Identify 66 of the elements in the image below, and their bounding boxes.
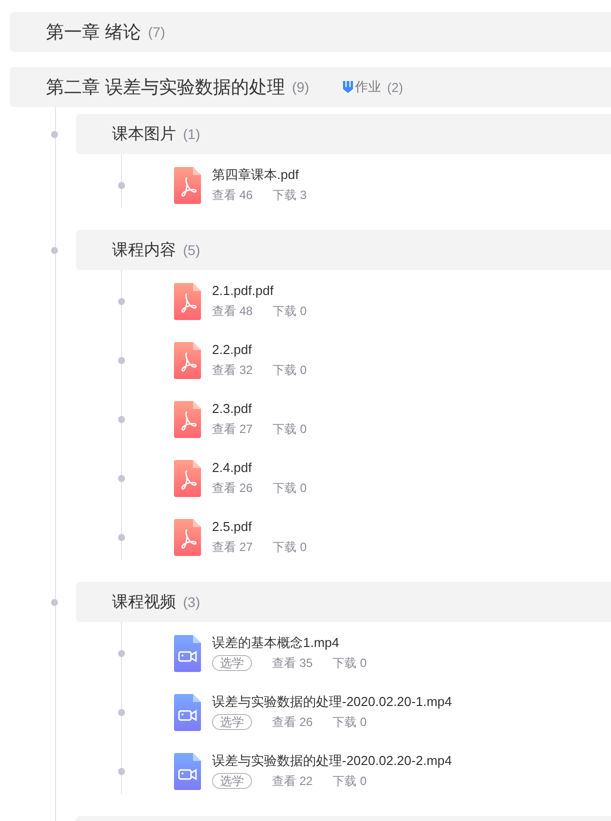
section-title: 课程内容 xyxy=(112,240,176,260)
video-file-icon xyxy=(174,753,201,790)
file-name[interactable]: 2.5.pdf xyxy=(212,518,327,535)
timeline-dot xyxy=(118,416,125,423)
pdf-file-icon xyxy=(174,401,201,438)
optional-tag: 选学 xyxy=(212,714,252,730)
timeline-dot xyxy=(51,247,58,254)
pdf-file-icon xyxy=(174,342,201,379)
download-count: 下载 0 xyxy=(272,303,307,319)
file-name[interactable]: 误差与实验数据的处理-2020.02.20-1.mp4 xyxy=(212,693,452,710)
timeline-dot xyxy=(118,298,125,305)
pdf-file-icon xyxy=(174,460,201,497)
view-count: 查看 48 xyxy=(212,303,253,319)
chapter-title: 第二章 误差与实验数据的处理 xyxy=(46,76,286,99)
item-count: (5) xyxy=(183,242,200,258)
video-file-icon xyxy=(174,635,201,672)
file-name[interactable]: 误差与实验数据的处理-2020.02.20-2.mp4 xyxy=(212,752,452,769)
timeline-dot xyxy=(51,131,58,138)
download-count: 下载 3 xyxy=(272,187,307,203)
view-count: 查看 26 xyxy=(272,714,313,730)
homework-count: (2) xyxy=(387,80,404,94)
view-count: 查看 35 xyxy=(272,655,313,671)
file-name[interactable]: 2.3.pdf xyxy=(212,400,327,417)
timeline-dot xyxy=(118,650,125,657)
download-count: 下载 0 xyxy=(272,539,307,555)
pdf-file-icon xyxy=(174,283,201,320)
section-title: 课本图片 xyxy=(112,124,176,144)
chapter-header[interactable]: 第一章 绪论 (7) xyxy=(10,12,611,52)
bookmark-icon xyxy=(343,81,354,93)
file-name[interactable]: 2.4.pdf xyxy=(212,459,327,476)
download-count: 下载 0 xyxy=(272,480,307,496)
view-count: 查看 26 xyxy=(212,480,253,496)
timeline-dot xyxy=(118,534,125,541)
download-count: 下载 0 xyxy=(332,773,367,789)
chapter-title: 第一章 绪论 xyxy=(46,21,142,44)
file-name[interactable]: 误差的基本概念1.mp4 xyxy=(212,634,387,651)
view-count: 查看 46 xyxy=(212,187,253,203)
download-count: 下载 0 xyxy=(272,362,307,378)
item-count: (1) xyxy=(183,126,200,142)
timeline-dot xyxy=(118,182,125,189)
download-count: 下载 0 xyxy=(332,655,367,671)
pdf-file-icon xyxy=(174,167,201,204)
view-count: 查看 27 xyxy=(212,539,253,555)
homework-label[interactable]: 作业 xyxy=(355,78,382,96)
file-name[interactable]: 2.2.pdf xyxy=(212,341,327,358)
timeline-dot xyxy=(118,709,125,716)
file-name[interactable]: 第四章课本.pdf xyxy=(212,166,327,183)
file-name[interactable]: 2.1.pdf.pdf xyxy=(212,282,327,299)
item-count: (9) xyxy=(292,79,310,95)
timeline-dot xyxy=(118,357,125,364)
timeline-dot xyxy=(118,475,125,482)
optional-tag: 选学 xyxy=(212,655,252,671)
view-count: 查看 22 xyxy=(272,773,313,789)
item-count: (7) xyxy=(148,24,166,40)
section-title: 课程视频 xyxy=(112,592,176,612)
optional-tag: 选学 xyxy=(212,773,252,789)
pdf-file-icon xyxy=(174,519,201,556)
timeline-dot xyxy=(118,768,125,775)
video-file-icon xyxy=(174,694,201,731)
chapter-header[interactable]: 第二章 误差与实验数据的处理 (9) 作业 (2) xyxy=(10,67,611,107)
view-count: 查看 32 xyxy=(212,362,253,378)
view-count: 查看 27 xyxy=(212,421,253,437)
timeline-dot xyxy=(51,599,58,606)
download-count: 下载 0 xyxy=(272,421,307,437)
item-count: (3) xyxy=(183,594,200,610)
download-count: 下载 0 xyxy=(332,714,367,730)
